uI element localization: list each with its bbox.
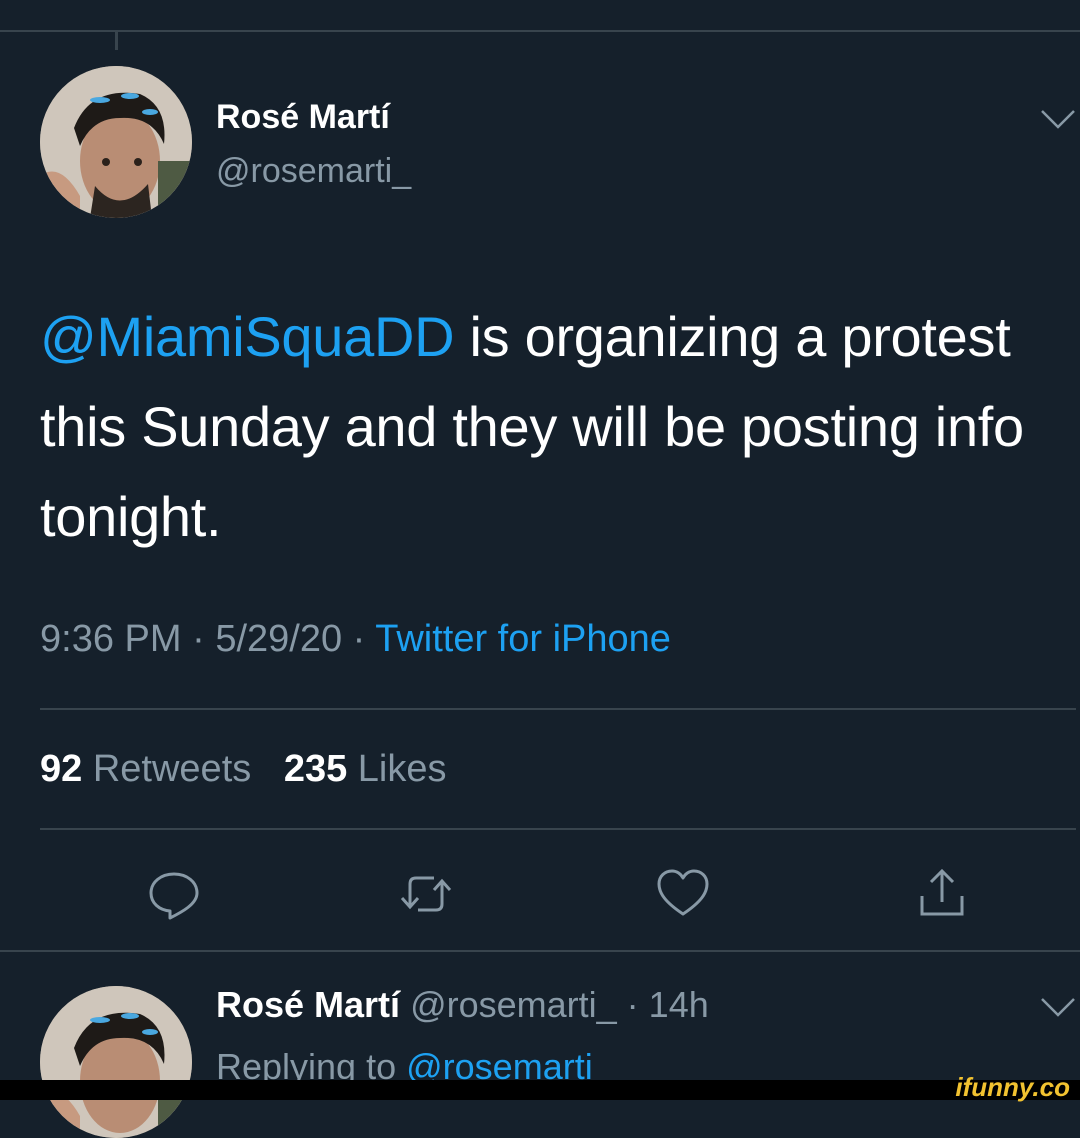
mention-link[interactable]: @MiamiSquaDD xyxy=(40,305,455,368)
watermark-logo: ifunny.co xyxy=(955,1072,1070,1102)
like-button[interactable] xyxy=(655,866,711,922)
chevron-down-icon[interactable] xyxy=(1040,108,1076,130)
tweet-text: @MiamiSquaDD is organizing a protest thi… xyxy=(40,292,1040,562)
author-name[interactable]: Rosé Martí xyxy=(216,98,390,137)
heart-icon xyxy=(657,869,709,916)
divider xyxy=(0,950,1080,952)
likes-stat[interactable]: 235 Likes xyxy=(284,748,447,790)
share-button[interactable] xyxy=(914,866,970,922)
meta-separator: · xyxy=(181,618,216,660)
chevron-down-icon[interactable] xyxy=(1040,996,1076,1018)
reply-author-name[interactable]: Rosé Martí xyxy=(216,984,400,1025)
tweet-source-link[interactable]: Twitter for iPhone xyxy=(375,618,671,660)
author-handle[interactable]: @rosemarti_ xyxy=(216,152,411,191)
share-icon xyxy=(920,868,964,916)
retweets-label: Retweets xyxy=(92,748,252,790)
divider xyxy=(40,828,1076,830)
avatar[interactable] xyxy=(40,66,192,218)
meta-separator: · xyxy=(342,618,376,660)
likes-label: Likes xyxy=(357,748,447,790)
retweets-count: 92 xyxy=(40,748,83,790)
reply-avatar[interactable] xyxy=(40,986,192,1138)
meta-separator: · xyxy=(616,984,649,1025)
thread-connector xyxy=(115,30,118,50)
retweet-icon xyxy=(400,876,452,912)
retweet-button[interactable] xyxy=(398,866,454,922)
tweet-date: 5/29/20 xyxy=(215,618,343,660)
footer-bar xyxy=(0,1080,1080,1100)
retweets-stat[interactable]: 92 Retweets xyxy=(40,748,251,790)
reply-icon xyxy=(149,872,199,920)
likes-count: 235 xyxy=(283,748,348,790)
engagement-stats: 92 Retweets 235 Likes xyxy=(40,748,447,791)
reply-button[interactable] xyxy=(146,866,202,922)
divider xyxy=(40,708,1076,710)
reply-header: Rosé Martí @rosemarti_ · 14h xyxy=(216,984,709,1026)
top-divider xyxy=(0,30,1080,32)
reply-age: 14h xyxy=(648,984,709,1025)
avatar-image xyxy=(40,986,192,1138)
tweet-time: 9:36 PM xyxy=(40,618,182,660)
reply-author-handle[interactable]: @rosemarti_ xyxy=(410,984,617,1025)
avatar-image xyxy=(40,66,192,218)
tweet-meta: 9:36 PM · 5/29/20 · Twitter for iPhone xyxy=(40,618,671,661)
